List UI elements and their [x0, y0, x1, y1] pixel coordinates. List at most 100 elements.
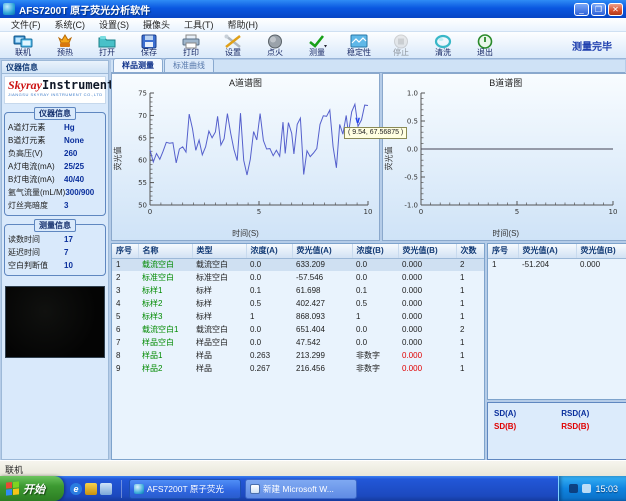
- column-header[interactable]: 名称: [138, 244, 192, 258]
- svg-text:0.5: 0.5: [407, 118, 418, 126]
- svg-text:50: 50: [138, 202, 147, 210]
- cell-no: 5: [112, 310, 138, 323]
- document-task-icon: [250, 484, 260, 494]
- table-row[interactable]: 1-51.2040.000: [488, 258, 626, 271]
- cell-conc_a: 0.0: [246, 271, 292, 284]
- settings-button[interactable]: 设置: [212, 32, 254, 58]
- info-value: 17: [64, 235, 102, 244]
- info-row: A灯电流(mA)25/25: [8, 160, 102, 173]
- chart-b-plot[interactable]: -1.0-0.50.00.51.00510: [395, 88, 621, 222]
- table-row[interactable]: 7样品空白样品空白0.047.5420.00.0001: [112, 336, 485, 349]
- menu-bar: 文件(F) 系统(C) 设置(S) 摄像头 工具(T) 帮助(H): [0, 18, 626, 32]
- restore-button[interactable]: ❐: [591, 3, 606, 16]
- folder-icon[interactable]: [100, 483, 112, 495]
- table-row[interactable]: 3标样1标样0.161.6980.10.0001: [112, 284, 485, 297]
- info-row: B道灯元素None: [8, 134, 102, 147]
- brand-tagline: JIANGSU SKYRAY INSTRUMENT CO.,LTD: [8, 92, 104, 97]
- clean-ring-icon: [433, 34, 453, 49]
- table-row[interactable]: 9样品2样品0.267216.456非数字0.0001: [112, 362, 485, 375]
- cell: -51.204: [518, 258, 576, 271]
- column-header[interactable]: 荧光值(B): [576, 244, 626, 258]
- table-row[interactable]: 2标准空白标准空白0.0-57.5460.00.0001: [112, 271, 485, 284]
- tray-icon-1[interactable]: [569, 484, 578, 493]
- cell-times: 1: [456, 271, 485, 284]
- task-label: 新建 Microsoft W...: [263, 483, 334, 495]
- info-label: 灯丝亮暗度: [8, 200, 64, 211]
- svg-text:-1.0: -1.0: [404, 202, 418, 210]
- readings-table: 序号荧光值(A)荧光值(B) 1-51.2040.000: [487, 243, 626, 400]
- menu-tools[interactable]: 工具(T): [177, 18, 221, 31]
- cell-fluo_b: 0.000: [398, 336, 456, 349]
- svg-text:5: 5: [515, 208, 519, 216]
- svg-text:0: 0: [419, 208, 423, 216]
- info-row: 氩气流量(mL/M)300/900: [8, 186, 102, 199]
- measure-button[interactable]: 测量: [296, 32, 338, 58]
- cell-conc_b: 1: [352, 310, 398, 323]
- task-button-afs[interactable]: AFS7200T 原子荧光: [129, 479, 241, 499]
- menu-file[interactable]: 文件(F): [4, 18, 48, 31]
- cell-times: 2: [456, 258, 485, 271]
- start-label: 开始: [23, 481, 45, 497]
- cursor-marker: ∨: [354, 115, 361, 126]
- save-button[interactable]: 保存: [128, 32, 170, 58]
- start-button[interactable]: 开始: [0, 476, 64, 501]
- cell-conc_a: 1: [246, 310, 292, 323]
- info-row: 负高压(V)260: [8, 147, 102, 160]
- menu-help[interactable]: 帮助(H): [221, 18, 266, 31]
- minimize-button[interactable]: _: [574, 3, 589, 16]
- print-button[interactable]: 打印: [170, 32, 212, 58]
- column-header[interactable]: 荧光值(B): [398, 244, 456, 258]
- close-button[interactable]: ✕: [608, 3, 623, 16]
- cell-type: 标准空白: [192, 271, 246, 284]
- computer-link-icon: [13, 34, 33, 49]
- clean-button[interactable]: 清洗: [422, 32, 464, 58]
- cell-type: 标样: [192, 297, 246, 310]
- preheat-button[interactable]: 预热: [44, 32, 86, 58]
- column-header[interactable]: 浓度(B): [352, 244, 398, 258]
- exit-button[interactable]: 退出: [464, 32, 506, 58]
- tab-standard-curve[interactable]: 标准曲线: [164, 58, 214, 72]
- security-icon[interactable]: [85, 483, 97, 495]
- svg-text:1.0: 1.0: [407, 90, 418, 98]
- menu-system[interactable]: 系统(C): [48, 18, 93, 31]
- cell-type: 样品空白: [192, 336, 246, 349]
- browser-icon[interactable]: e: [70, 483, 82, 495]
- stability-button[interactable]: 稳定性: [338, 32, 380, 58]
- cell-times: 1: [456, 349, 485, 362]
- tray-icon-2[interactable]: [582, 484, 591, 493]
- chart-a-plot[interactable]: 5055606570750510: [124, 88, 376, 222]
- column-header[interactable]: 次数: [456, 244, 485, 258]
- table-row[interactable]: 4标样2标样0.5402.4270.50.0001: [112, 297, 485, 310]
- info-value: 40/40: [64, 175, 102, 184]
- column-header[interactable]: 序号: [488, 244, 518, 258]
- open-button[interactable]: 打开: [86, 32, 128, 58]
- svg-text:60: 60: [138, 157, 147, 165]
- column-header[interactable]: 类型: [192, 244, 246, 258]
- cell-fluo_a: 402.427: [292, 297, 352, 310]
- cell-type: 载流空白: [192, 323, 246, 336]
- column-header[interactable]: 荧光值(A): [292, 244, 352, 258]
- cell-no: 6: [112, 323, 138, 336]
- connect-button[interactable]: 联机: [2, 32, 44, 58]
- info-row: 延迟时间7: [8, 246, 102, 259]
- instrument-panel: SkyrayInstrument JIANGSU SKYRAY INSTRUME…: [1, 73, 109, 460]
- measure-info-group: 测量信息 读数时间17延迟时间7空白判断值10: [4, 224, 106, 276]
- menu-camera[interactable]: 摄像头: [136, 18, 177, 31]
- cell: 0.000: [576, 258, 626, 271]
- column-header[interactable]: 序号: [112, 244, 138, 258]
- cell-fluo_a: 216.456: [292, 362, 352, 375]
- table-row[interactable]: 5标样3标样1868.09310.0001: [112, 310, 485, 323]
- ignite-button[interactable]: 点火: [254, 32, 296, 58]
- table-row[interactable]: 1载流空白载流空白0.0633.2090.00.0002: [112, 258, 485, 271]
- cell-fluo_a: 61.698: [292, 284, 352, 297]
- tab-sample-measure[interactable]: 样品测量: [113, 58, 163, 72]
- menu-settings[interactable]: 设置(S): [92, 18, 136, 31]
- info-label: 氩气流量(mL/M): [8, 187, 65, 198]
- table-row[interactable]: 8样品1样品0.263213.299非数字0.0001: [112, 349, 485, 362]
- column-header[interactable]: 浓度(A): [246, 244, 292, 258]
- svg-text:10: 10: [609, 208, 618, 216]
- table-row[interactable]: 6载流空白1载流空白0.0651.4040.00.0002: [112, 323, 485, 336]
- cell-fluo_b: 0.000: [398, 258, 456, 271]
- task-button-word[interactable]: 新建 Microsoft W...: [245, 479, 357, 499]
- column-header[interactable]: 荧光值(A): [518, 244, 576, 258]
